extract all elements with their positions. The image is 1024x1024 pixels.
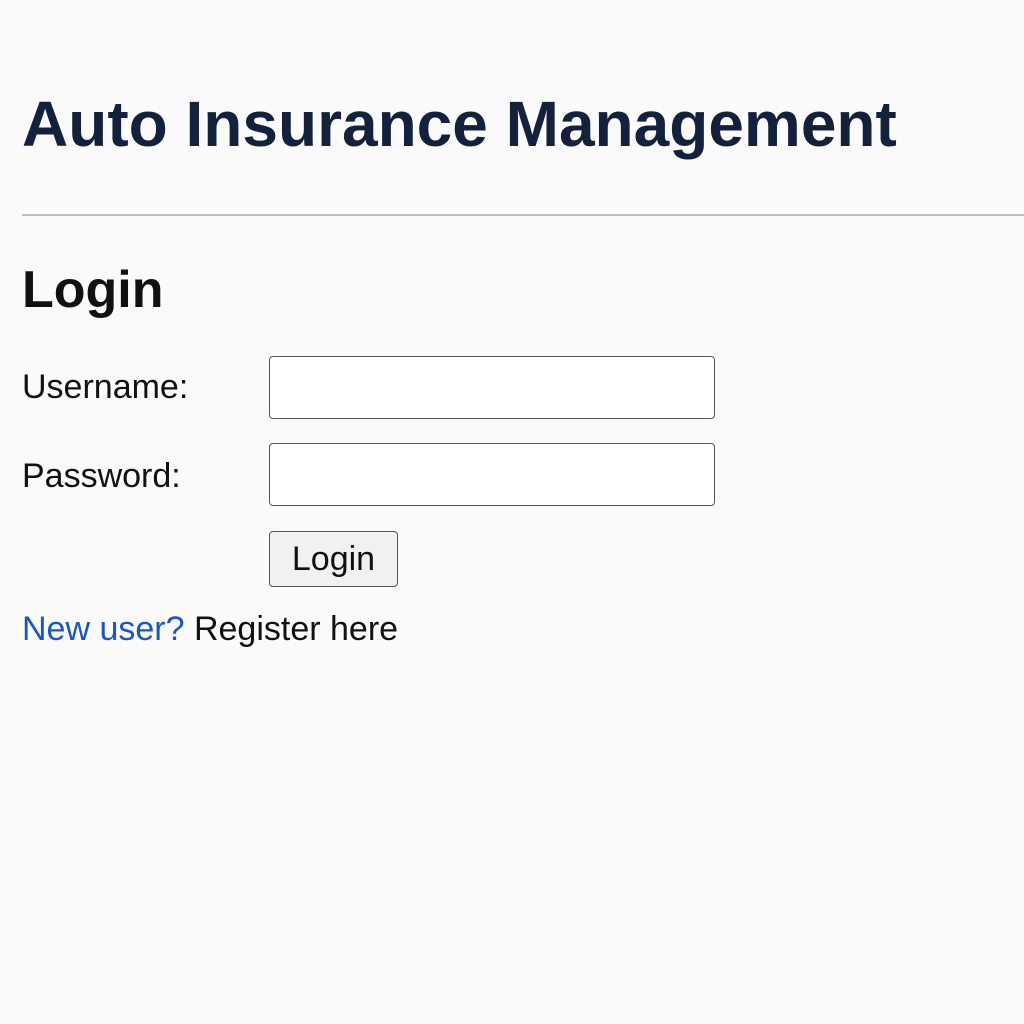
new-user-link[interactable]: New user?: [22, 610, 185, 648]
password-input[interactable]: [269, 443, 715, 506]
header-divider: [22, 214, 1024, 216]
register-prompt: New user? Register here: [22, 612, 398, 646]
login-button[interactable]: Login: [269, 531, 398, 587]
password-label: Password:: [22, 457, 181, 495]
login-heading: Login: [22, 261, 164, 319]
register-text: Register here: [193, 610, 399, 648]
app-title: Auto Insurance Management: [22, 88, 897, 160]
username-label: Username:: [22, 368, 189, 406]
username-input[interactable]: [269, 356, 715, 419]
